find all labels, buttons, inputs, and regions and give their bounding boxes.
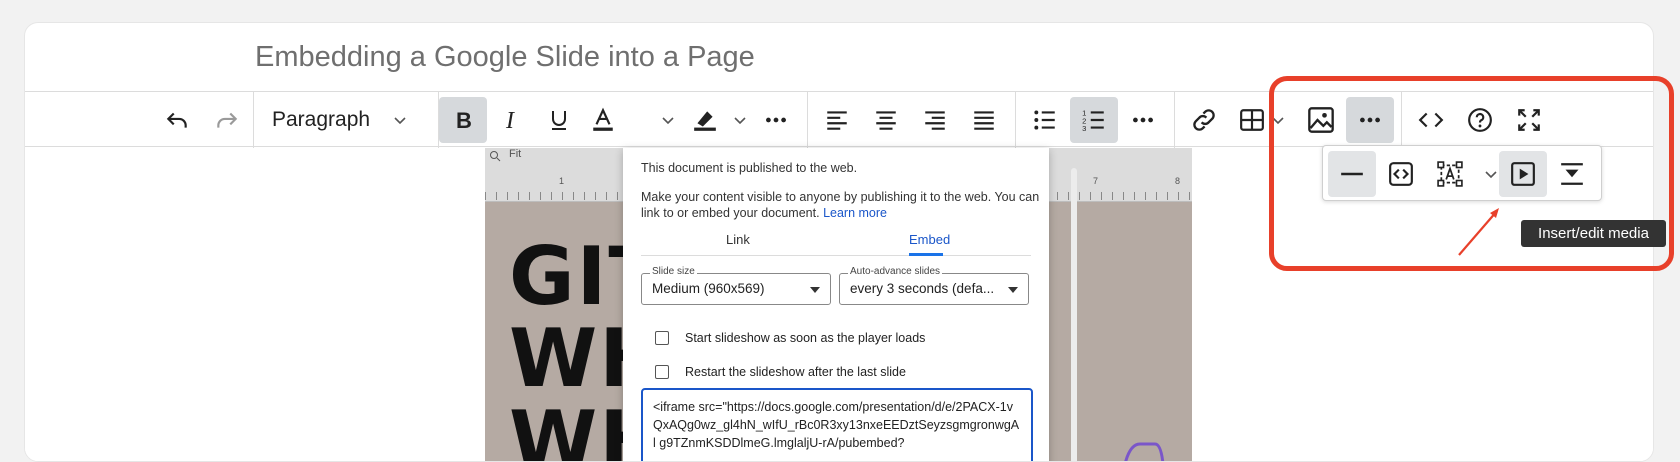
- redo-icon: [217, 112, 238, 128]
- numbered-list-button[interactable]: 123: [1070, 97, 1118, 143]
- underline-icon: [552, 111, 566, 130]
- svg-text:B: B: [456, 108, 472, 132]
- svg-text:I: I: [505, 108, 515, 132]
- restart-slideshow-checkbox[interactable]: [655, 365, 669, 379]
- publish-tabs: Link Embed: [641, 226, 1031, 256]
- learn-more-link[interactable]: Learn more: [823, 206, 887, 220]
- italic-button[interactable]: I: [487, 97, 535, 143]
- toolbar-divider: [1015, 92, 1016, 148]
- zoom-icon: [490, 151, 501, 162]
- auto-advance-select[interactable]: Auto-advance slides every 3 seconds (def…: [839, 266, 1029, 305]
- auto-advance-label: Auto-advance slides: [848, 266, 943, 277]
- dropdown-arrow-icon: [1008, 287, 1018, 293]
- more-lists-button[interactable]: [1119, 97, 1167, 143]
- annotation-arrow-icon: [1458, 208, 1499, 256]
- toolbar-divider: [807, 92, 808, 148]
- text-color-icon: [593, 107, 613, 131]
- link-icon: [1193, 109, 1215, 131]
- embed-code-textarea[interactable]: <iframe src="https://docs.google.com/pre…: [641, 388, 1033, 461]
- more-icon: [1133, 117, 1153, 123]
- tab-link[interactable]: Link: [726, 232, 750, 247]
- dialog-scrollbar[interactable]: [1071, 168, 1077, 461]
- align-right-button[interactable]: [911, 97, 959, 143]
- active-tab-indicator: [909, 253, 943, 256]
- slide-size-value: Medium (960x569): [652, 281, 765, 296]
- chevron-down-icon[interactable]: [730, 110, 750, 130]
- link-button[interactable]: [1180, 97, 1228, 143]
- text-color-button[interactable]: [583, 97, 623, 143]
- restart-slideshow-label: Restart the slideshow after the last sli…: [685, 365, 906, 379]
- slide-size-select[interactable]: Slide size Medium (960x569): [641, 266, 831, 305]
- align-center-icon: [876, 111, 896, 130]
- ruler-mark: 8: [1175, 176, 1181, 186]
- numbered-list-icon: 123: [1082, 109, 1104, 133]
- auto-advance-value: every 3 seconds (defa...: [850, 281, 995, 296]
- block-format-label: Paragraph: [272, 108, 371, 131]
- table-icon: [1240, 109, 1264, 131]
- highlight-color-button[interactable]: [683, 97, 727, 143]
- highlight-icon: [694, 111, 716, 131]
- ruler-mark: 1: [559, 176, 565, 186]
- justify-button[interactable]: [960, 97, 1008, 143]
- undo-icon: [166, 112, 187, 128]
- publish-to-web-dialog: This document is published to the web. M…: [623, 148, 1049, 461]
- align-left-icon: [827, 111, 847, 130]
- italic-icon: I: [505, 108, 515, 132]
- page-title[interactable]: Embedding a Google Slide into a Page: [255, 41, 755, 74]
- align-center-button[interactable]: [862, 97, 910, 143]
- justify-icon: [974, 111, 994, 130]
- block-format-select[interactable]: Paragraph: [254, 92, 424, 148]
- svg-text:3: 3: [1082, 124, 1086, 133]
- bold-button[interactable]: B: [439, 97, 487, 143]
- undo-button[interactable]: [153, 97, 201, 143]
- bullet-list-icon: [1034, 110, 1055, 130]
- start-slideshow-label: Start slideshow as soon as the player lo…: [685, 331, 926, 345]
- tab-embed[interactable]: Embed: [909, 232, 950, 247]
- publish-description: Make your content visible to anyone by p…: [641, 189, 1041, 221]
- dropdown-arrow-icon: [810, 287, 820, 293]
- ruler-mark: 7: [1093, 176, 1099, 186]
- published-status: This document is published to the web.: [641, 161, 858, 175]
- align-right-icon: [925, 111, 945, 130]
- insert-media-tooltip: Insert/edit media: [1521, 220, 1666, 247]
- toolbar-divider: [1174, 92, 1175, 148]
- slide-size-label: Slide size: [650, 266, 697, 277]
- bullet-list-button[interactable]: [1021, 97, 1069, 143]
- redo-button[interactable]: [203, 97, 251, 143]
- start-slideshow-checkbox[interactable]: [655, 331, 669, 345]
- bold-icon: B: [456, 108, 472, 132]
- more-icon: [766, 117, 786, 123]
- chevron-down-icon: [390, 110, 410, 130]
- align-left-button[interactable]: [813, 97, 861, 143]
- slide-decoration: [1124, 442, 1165, 461]
- chevron-down-icon[interactable]: [658, 110, 678, 130]
- more-formatting-button[interactable]: [752, 97, 800, 143]
- zoom-label: Fit: [509, 148, 522, 160]
- underline-button[interactable]: [535, 97, 583, 143]
